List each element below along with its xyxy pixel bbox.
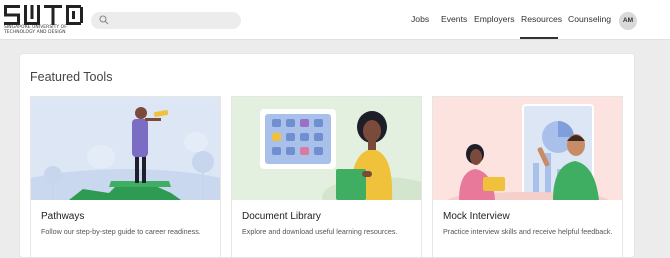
nav-employers[interactable]: Employers: [474, 14, 515, 25]
mock-interview-illustration: [433, 97, 622, 200]
card-description: Practice interview skills and receive he…: [443, 227, 613, 236]
card-pathways[interactable]: Pathways Follow our step-by-step guide t…: [30, 96, 221, 258]
avatar[interactable]: AM: [619, 12, 637, 30]
nav-events[interactable]: Events: [441, 14, 467, 25]
card-mock-interview[interactable]: Mock Interview Practice interview skills…: [432, 96, 623, 258]
sutd-logo-mark: [4, 5, 83, 25]
top-navigation-bar: SINGAPORE UNIVERSITY OF TECHNOLOGY AND D…: [0, 0, 670, 40]
pathways-illustration: [31, 97, 220, 200]
section-title: Featured Tools: [30, 70, 113, 84]
nav-active-indicator: [520, 37, 558, 39]
nav-resources[interactable]: Resources: [521, 14, 562, 25]
card-description: Follow our step-by-step guide to career …: [41, 227, 201, 236]
logo-subtitle-line-2: TECHNOLOGY AND DESIGN: [4, 30, 66, 35]
nav-jobs[interactable]: Jobs: [411, 14, 429, 25]
search-bar[interactable]: [91, 12, 241, 29]
card-description: Explore and download useful learning res…: [242, 227, 398, 236]
sutd-logo[interactable]: SINGAPORE UNIVERSITY OF TECHNOLOGY AND D…: [4, 5, 88, 36]
search-icon: [99, 15, 109, 25]
card-document-library[interactable]: Document Library Explore and download us…: [231, 96, 422, 258]
card-title[interactable]: Mock Interview: [443, 211, 510, 222]
card-title[interactable]: Pathways: [41, 211, 84, 222]
search-input[interactable]: [113, 12, 237, 29]
card-title[interactable]: Document Library: [242, 211, 321, 222]
nav-counseling[interactable]: Counseling: [568, 14, 611, 25]
document-library-illustration: [232, 97, 421, 200]
